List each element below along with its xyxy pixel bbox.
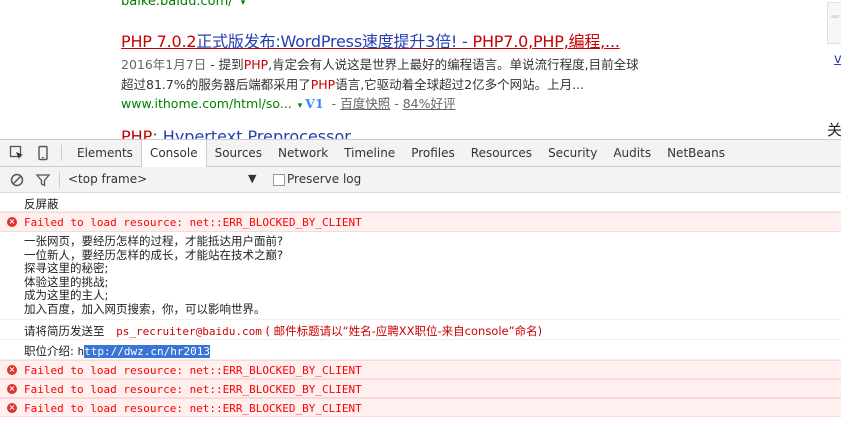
console-message: 职位介绍: http://dwz.cn/hr2013 — [0, 340, 841, 360]
result-title-middle[interactable]: 正式版发布:WordPress速度提升3倍! - — [196, 32, 472, 51]
tab-sources[interactable]: Sources — [207, 140, 270, 166]
resume-note: ( 邮件标题请以“姓名-应聘XX职位-来自console”命名) — [265, 324, 543, 338]
tab-elements[interactable]: Elements — [69, 140, 141, 166]
separator: - — [394, 96, 399, 111]
previous-url-text[interactable]: baike.baidu.com/ — [121, 0, 233, 9]
poem-line: 成为这里的主人; — [24, 288, 109, 303]
next-title-rest[interactable]: : Hypertext Preprocessor — [152, 127, 351, 139]
console-filter-bar: <top frame> ▼ Preserve log — [0, 167, 841, 193]
tab-profiles[interactable]: Profiles — [403, 140, 463, 166]
error-icon: × — [7, 384, 17, 394]
error-text: Failed to load resource: net::ERR_BLOCKE… — [24, 216, 362, 229]
next-title-highlight[interactable]: PHP — [121, 127, 152, 139]
url-dropdown-arrow-icon[interactable]: ▾ — [241, 0, 246, 8]
result-title-suffix[interactable]: PHP7.0,PHP,编程,... — [473, 32, 620, 51]
result-snippet-line-2: 超过81.7%的服务器后端都采用了PHP语言,它驱动着全球超过2亿多个网站。上月… — [121, 74, 584, 93]
poem-line: 一张网页，要经历怎样的过程，才能抵达用户面前? — [24, 234, 284, 248]
tab-security[interactable]: Security — [540, 140, 605, 166]
cache-link[interactable]: 百度快照 — [340, 96, 390, 111]
poem-line: 探寻这里的秘密; — [24, 261, 109, 276]
result-title-link[interactable]: PHP 7.0.2正式版发布:WordPress速度提升3倍! - PHP7.0… — [121, 28, 620, 52]
previous-result-url[interactable]: baike.baidu.com/ ▾ — [121, 0, 245, 9]
right-panel-heading: 关 — [827, 121, 841, 139]
tab-resources[interactable]: Resources — [463, 140, 540, 166]
clear-console-icon[interactable] — [9, 172, 25, 188]
job-label: 职位介绍: — [24, 344, 74, 358]
devtools-tabbar: Elements Console Sources Network Timeline Pro… — [0, 140, 841, 167]
device-mode-icon[interactable] — [35, 145, 51, 161]
error-icon: × — [7, 403, 17, 413]
snippet-text: 语言,它驱动着全球超过2亿多个网站。上月... — [335, 77, 585, 92]
snippet-highlight: PHP — [243, 57, 269, 72]
toolbar-divider — [61, 145, 62, 161]
console-output[interactable]: 反屏蔽 × Failed to load resource: net::ERR_… — [0, 193, 841, 423]
console-log-text: 反屏蔽 — [24, 197, 59, 211]
resume-line: 请将简历发送至 ps_recruiter@baidu.com ( 邮件标题请以“… — [24, 323, 542, 339]
separator: - — [331, 96, 337, 111]
preserve-log-checkbox[interactable] — [273, 174, 285, 186]
error-text: Failed to load resource: net::ERR_BLOCKE… — [24, 383, 362, 396]
job-link-selected[interactable]: ttp://dwz.cn/hr2013 — [84, 345, 210, 358]
filter-icon[interactable] — [35, 172, 51, 188]
snippet-text: 超过81.7%的服务器后端都采用了 — [121, 77, 311, 92]
devtools-tabs: Elements Console Sources Network Timeline Pro… — [69, 140, 733, 167]
rating-link[interactable]: 84%好评 — [403, 96, 456, 111]
recruitment-poem: 一张网页，要经历怎样的过程，才能抵达用户面前? 一位新人，要经历怎样的成长，才能站… — [24, 234, 284, 317]
console-message: 反屏蔽 — [0, 193, 841, 212]
frame-dropdown-arrow-icon[interactable]: ▼ — [248, 172, 256, 185]
job-link[interactable]: http://dwz.cn/hr2013 — [78, 345, 210, 358]
console-error-message: × Failed to load resource: net::ERR_BLOC… — [0, 212, 841, 232]
resume-email[interactable]: ps_recruiter@baidu.com — [116, 325, 262, 338]
error-icon: × — [7, 365, 17, 375]
result-url[interactable]: www.ithome.com/html/so... — [121, 96, 292, 111]
tab-timeline[interactable]: Timeline — [336, 140, 403, 166]
result-snippet-line-1: 2016年1月7日 - 提到PHP,肯定会有人说这是世界上最好的编程语言。单说流… — [121, 54, 639, 73]
snippet-text: - 提到 — [206, 57, 244, 72]
frame-selector[interactable]: <top frame> — [68, 172, 147, 186]
error-icon: × — [7, 217, 17, 227]
snippet-text: ,肯定会有人说这是世界上最好的编程语言。单说流行程度,目前全球 — [268, 57, 639, 72]
poem-line: 加入百度，加入网页搜索，你，可以影响世界。 — [24, 301, 266, 316]
tab-console[interactable]: Console — [140, 140, 207, 167]
poem-line: 体验这里的挑战; — [24, 274, 109, 289]
devtools-panel: Elements Console Sources Network Timeline Pro… — [0, 139, 841, 422]
result-title-prefix[interactable]: PHP 7.0.2 — [121, 32, 197, 51]
error-text: Failed to load resource: net::ERR_BLOCKE… — [24, 364, 362, 377]
search-results-page: baike.baidu.com/ ▾ PHP 7.0.2正式版发布:WordPr… — [0, 0, 841, 139]
console-error-message: × Failed to load resource: net::ERR_BLOC… — [0, 360, 841, 379]
tab-network[interactable]: Network — [270, 140, 336, 166]
console-message: 请将简历发送至 ps_recruiter@baidu.com ( 邮件标题请以“… — [0, 320, 841, 340]
toolbar-divider — [59, 172, 60, 188]
console-error-message: × Failed to load resource: net::ERR_BLOC… — [0, 398, 841, 417]
v1-badge-icon[interactable]: V1 — [305, 96, 323, 111]
error-text: Failed to load resource: net::ERR_BLOCKE… — [24, 402, 362, 415]
url-dropdown-arrow-icon[interactable]: ▾ — [298, 101, 303, 111]
tab-netbeans[interactable]: NetBeans — [659, 140, 733, 166]
console-message: 一张网页，要经历怎样的过程，才能抵达用户面前? 一位新人，要经历怎样的成长，才能站… — [0, 232, 841, 320]
job-line: 职位介绍: http://dwz.cn/hr2013 — [24, 343, 210, 359]
next-result-title-link[interactable]: PHP: Hypertext Preprocessor — [121, 127, 351, 139]
console-error-message: × Failed to load resource: net::ERR_BLOC… — [0, 379, 841, 398]
right-panel-thumbnail[interactable] — [827, 2, 841, 44]
resume-label: 请将简历发送至 — [24, 324, 105, 338]
poem-line: 一位新人，要经历怎样的成长，才能站在技术之巅? — [24, 247, 284, 262]
inspect-element-icon[interactable] — [9, 145, 25, 161]
preserve-log-label[interactable]: Preserve log — [287, 172, 361, 186]
result-date: 2016年1月7日 — [121, 57, 207, 72]
snippet-highlight: PHP — [310, 77, 336, 92]
right-panel-link[interactable]: v — [834, 52, 841, 67]
tab-audits[interactable]: Audits — [605, 140, 659, 166]
result-url-line: www.ithome.com/html/so... ▾ V1- 百度快照 -84%好评 — [121, 93, 456, 112]
